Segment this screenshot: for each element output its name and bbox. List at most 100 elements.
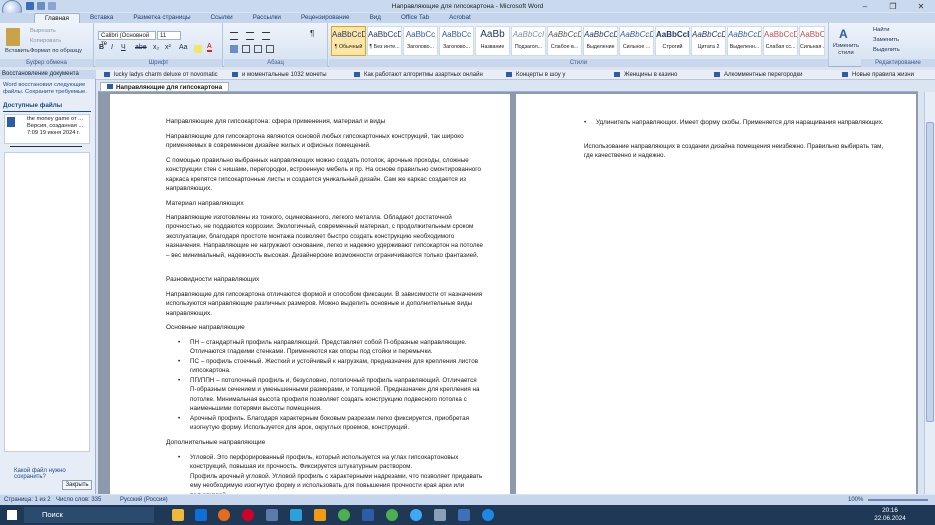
bullets-icon[interactable]: [230, 32, 238, 40]
style-title[interactable]: AaBb Название: [475, 26, 510, 56]
zoom-slider[interactable]: [868, 499, 928, 501]
word-doc-icon: [354, 71, 360, 77]
tab-insert[interactable]: Вставка: [80, 13, 123, 23]
tab-acrobat[interactable]: Acrobat: [439, 13, 481, 23]
maximize-icon[interactable]: ❐: [879, 0, 907, 12]
style-intense-emphasis[interactable]: AaBbCcDcСильное ...: [619, 26, 654, 56]
style-no-spacing[interactable]: AaBbCcDc¶ Без инте...: [367, 26, 402, 56]
font-size-box[interactable]: 11: [157, 31, 181, 40]
list-item: Угловой. Это перфорированный профиль, ко…: [178, 453, 484, 472]
doc-tab[interactable]: и моментальные 1032 монеты: [232, 71, 342, 80]
word-count[interactable]: Число слов: 335: [56, 495, 101, 505]
chrome-icon[interactable]: [338, 509, 350, 521]
window-title: Направляющие для гипсокартона - Microsof…: [391, 2, 544, 10]
copy-button[interactable]: Копировать: [30, 38, 61, 44]
superscript-button[interactable]: x²: [165, 44, 171, 51]
search-box[interactable]: Поиск: [24, 507, 154, 523]
language[interactable]: Русский (Россия): [120, 495, 168, 505]
tab-home[interactable]: Главная: [34, 13, 80, 23]
multilevel-list-icon[interactable]: [262, 32, 270, 40]
align-center-icon[interactable]: [242, 45, 250, 53]
cut-button[interactable]: Вырезать: [30, 28, 56, 34]
align-left-icon[interactable]: [230, 45, 238, 53]
style-subtle-emphasis[interactable]: AaBbCcDcСлабое в...: [547, 26, 582, 56]
doc-tab[interactable]: Алкомментные перегородки: [714, 71, 840, 80]
tab-review[interactable]: Рецензирование: [291, 13, 360, 23]
doc-tab[interactable]: Женщины в казино: [614, 71, 700, 80]
mail-icon[interactable]: [195, 509, 207, 521]
word-taskbar-icon[interactable]: [362, 509, 374, 521]
style-emphasis[interactable]: AaBbCcDcВыделение: [583, 26, 618, 56]
style-heading2[interactable]: AaBbCc Заголово...: [439, 26, 474, 56]
zoom-level[interactable]: 100%: [848, 495, 863, 505]
style-subtitle[interactable]: AaBbCcI Подзагол...: [511, 26, 546, 56]
style-normal[interactable]: AaBbCcDc¶ Обычный: [331, 26, 366, 56]
scrollbar-thumb[interactable]: [926, 122, 934, 422]
style-strong[interactable]: AaBbCcDcСтрогий: [655, 26, 690, 56]
underline-button[interactable]: Ч: [121, 44, 126, 51]
close-recovery-button[interactable]: Закрыть: [62, 480, 92, 490]
paste-button[interactable]: Вставить: [5, 48, 30, 54]
italic-button[interactable]: I: [111, 44, 113, 51]
browser-icon[interactable]: [218, 509, 230, 521]
bold-button[interactable]: B: [99, 44, 104, 51]
doc-tab[interactable]: Как работают алгоритмы азартных онлайн: [354, 71, 494, 80]
style-heading1[interactable]: AaBbCc Заголово...: [403, 26, 438, 56]
file-explorer-icon[interactable]: [172, 509, 184, 521]
subscript-button[interactable]: x₂: [153, 44, 159, 51]
app-icon[interactable]: [290, 509, 302, 521]
editing-group-label: Редактирование: [861, 59, 935, 67]
page-2[interactable]: Удлинитель направляющих. Имеет форму ско…: [516, 94, 916, 494]
recovery-description: Word восстановил следующие файлы. Сохран…: [3, 82, 87, 95]
which-file-help-link[interactable]: Какой файл нужно сохранить?: [14, 468, 95, 480]
list-item: ПН – стандартный профиль направляющий. П…: [178, 338, 484, 357]
font-name-box[interactable]: Calibri (Основной те: [98, 31, 156, 47]
tab-view[interactable]: Вид: [360, 13, 391, 23]
page-count[interactable]: Страница: 1 из 2: [4, 495, 51, 505]
highlight-icon[interactable]: [194, 45, 202, 53]
vertical-scrollbar[interactable]: [924, 92, 935, 494]
minimize-icon[interactable]: –: [851, 0, 879, 12]
style-intense-quote[interactable]: AaBbCcDcВыделенн...: [727, 26, 762, 56]
tab-mailings[interactable]: Рассылки: [243, 13, 291, 23]
app-icon[interactable]: [434, 509, 446, 521]
app-icon[interactable]: [482, 509, 494, 521]
page-1[interactable]: Направляющие для гипсокартона: сфера при…: [110, 94, 510, 494]
doc-tab[interactable]: lucky ladys charm deluxe от novomatic: [104, 71, 232, 80]
style-subtle-reference[interactable]: AaBbCcDcСлабая сс...: [763, 26, 798, 56]
replace-button[interactable]: Заменить: [873, 37, 899, 43]
find-button[interactable]: Найти: [873, 27, 890, 33]
tab-page-layout[interactable]: Разметка страницы: [123, 13, 200, 23]
change-styles-button[interactable]: Изменить стили: [831, 43, 861, 57]
active-doc-tab[interactable]: Направляющие для гипсокартона: [100, 82, 230, 92]
style-intense-reference[interactable]: AaBbCcDcСильная ...: [799, 26, 825, 56]
app-icon[interactable]: [458, 509, 470, 521]
strikethrough-button[interactable]: abe: [135, 44, 147, 51]
paragraph: Направляющие для гипсокартона являются о…: [166, 133, 464, 150]
clock[interactable]: 20:16 22.06.2024: [870, 507, 910, 523]
tab-references[interactable]: Ссылки: [201, 13, 243, 23]
numbering-icon[interactable]: [246, 32, 254, 40]
word-doc-icon: [104, 71, 110, 77]
format-painter-button[interactable]: Формат по образцу: [30, 48, 82, 54]
close-icon[interactable]: ✕: [907, 0, 935, 12]
doc-tab[interactable]: Концерты в шоу у: [506, 71, 602, 80]
select-button[interactable]: Выделить: [873, 47, 900, 53]
windows-start-icon[interactable]: [7, 510, 17, 520]
justify-icon[interactable]: [266, 45, 274, 53]
app-icon[interactable]: [266, 509, 278, 521]
app-icon[interactable]: [410, 509, 422, 521]
recovered-file-item[interactable]: the money game от ... Версия, созданная …: [4, 114, 90, 144]
align-right-icon[interactable]: [254, 45, 262, 53]
style-quote2[interactable]: AaBbCcDcЦитата 2: [691, 26, 726, 56]
app-icon[interactable]: [386, 509, 398, 521]
font-color-button[interactable]: A: [207, 43, 212, 52]
doc-tab[interactable]: Новые правила жизни: [842, 71, 935, 80]
change-case-button[interactable]: Aa: [179, 44, 188, 51]
styles-group: AaBbCcDc¶ Обычный AaBbCcDc¶ Без инте... …: [329, 23, 829, 67]
opera-icon[interactable]: [242, 509, 254, 521]
tab-office-tab[interactable]: Office Tab: [391, 13, 439, 23]
show-marks-icon[interactable]: ¶: [310, 29, 314, 38]
app-icon[interactable]: [314, 509, 326, 521]
list-item: ПС – профиль стоечный. Жесткий и устойчи…: [178, 357, 484, 376]
